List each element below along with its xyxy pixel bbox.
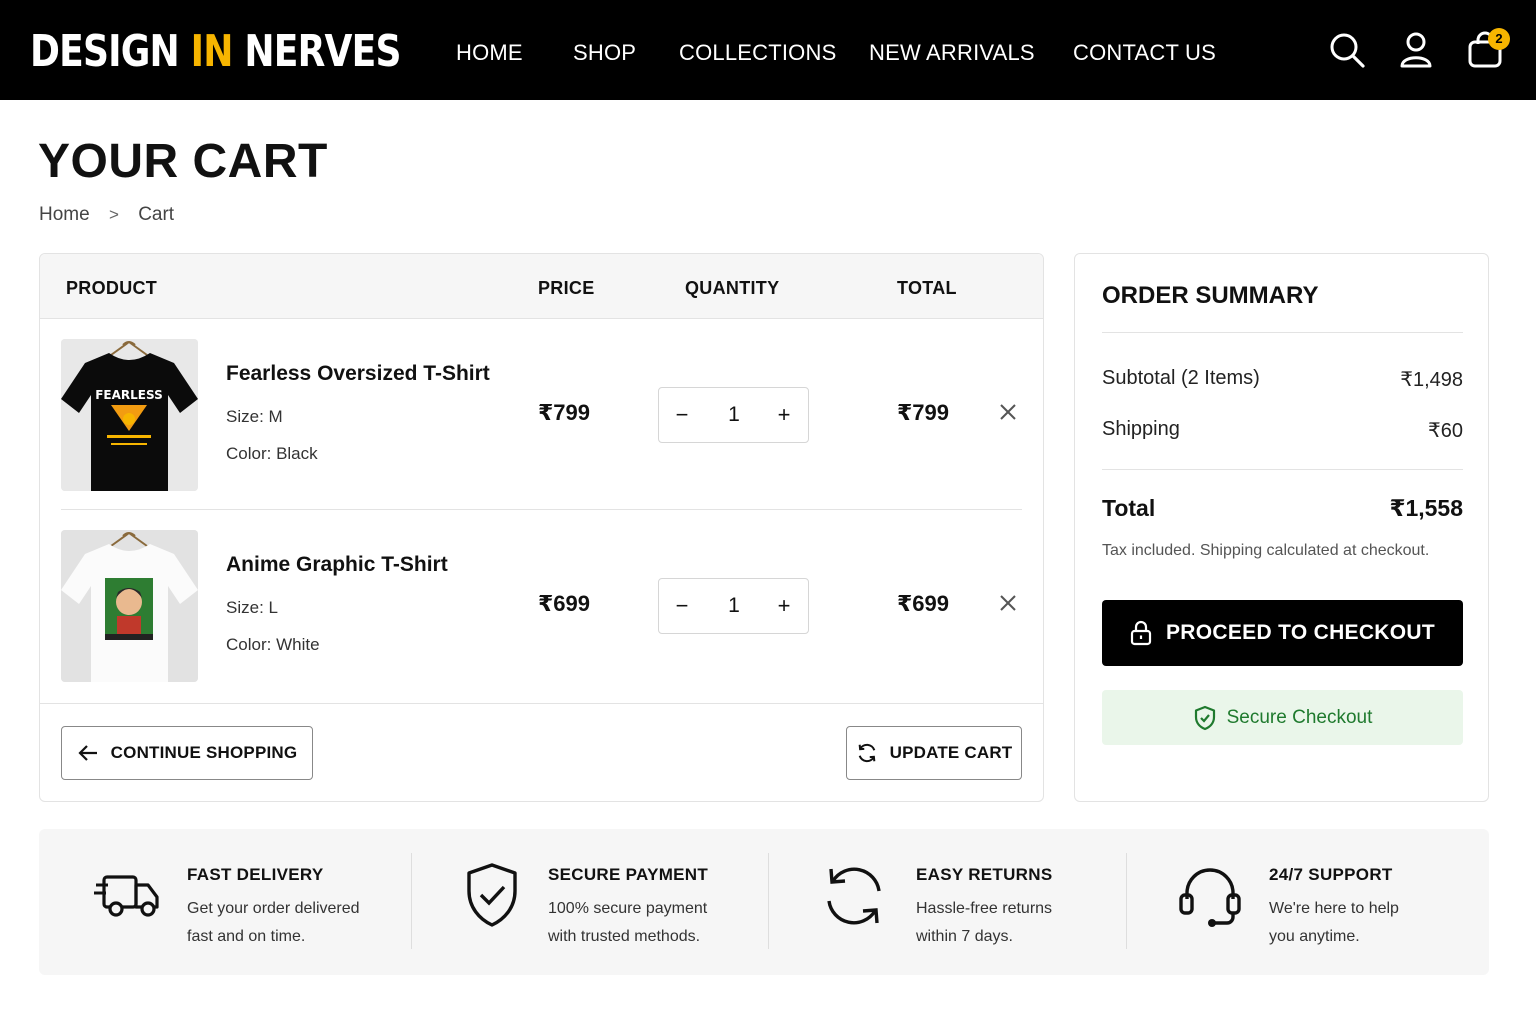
qty-input[interactable] xyxy=(709,388,759,442)
shield-check-icon xyxy=(1194,705,1215,730)
nav-collections[interactable]: COLLECTIONS xyxy=(679,38,836,68)
secure-checkout-label: Secure Checkout xyxy=(1226,706,1373,728)
product-color: Color: White xyxy=(226,635,320,654)
remove-item-icon[interactable] xyxy=(996,591,1020,615)
item-price: ₹799 xyxy=(538,400,591,425)
item-total: ₹699 xyxy=(897,591,950,616)
total-label: Total xyxy=(1102,495,1156,521)
search-icon[interactable] xyxy=(1327,30,1367,70)
cart-count-badge: 2 xyxy=(1488,28,1510,50)
feature-description: 100% secure payment with trusted methods. xyxy=(548,900,708,945)
page-title: YOUR CART xyxy=(38,135,328,188)
item-total: ₹799 xyxy=(897,400,950,425)
quantity-stepper: − + xyxy=(658,578,809,634)
headset-icon xyxy=(1179,868,1241,927)
remove-item-icon[interactable] xyxy=(996,400,1020,424)
cart-actions: CONTINUE SHOPPING UPDATE CART xyxy=(40,703,1043,801)
quantity-stepper: − + xyxy=(658,387,809,443)
feature-title: EASY RETURNS xyxy=(916,865,1053,884)
feature-fast-delivery: FAST DELIVERY Get your order delivered fa… xyxy=(39,829,411,975)
qty-minus-button[interactable]: − xyxy=(659,579,705,633)
product-size: Size: M xyxy=(226,407,283,426)
user-icon[interactable] xyxy=(1396,30,1436,70)
cart-item-row: FEARLESS Fearless Oversized T-Shirt Size… xyxy=(40,320,1043,510)
breadcrumb-current: Cart xyxy=(138,204,175,225)
shirt-print-text: FEARLESS xyxy=(95,388,163,402)
feature-description: Hassle-free returns within 7 days. xyxy=(916,900,1053,945)
breadcrumb: Home > Cart xyxy=(39,203,174,227)
feature-title: SECURE PAYMENT xyxy=(548,865,709,884)
site-header: DESIGN IN NERVES HOME SHOP COLLECTIONS N… xyxy=(0,0,1536,100)
update-cart-label: UPDATE CART xyxy=(889,743,1013,762)
feature-description: Get your order delivered fast and on time… xyxy=(187,900,360,945)
brand-part-3: NERVES xyxy=(244,26,401,77)
continue-shopping-button[interactable]: CONTINUE SHOPPING xyxy=(61,726,313,780)
order-summary: ORDER SUMMARY Subtotal (2 Items) ₹1,498 … xyxy=(1074,253,1489,802)
order-summary-title: ORDER SUMMARY xyxy=(1102,282,1319,309)
summary-divider xyxy=(1102,332,1463,333)
refresh-icon xyxy=(858,743,875,763)
nav-contact-us[interactable]: CONTACT US xyxy=(1073,38,1216,68)
feature-description: We're here to help you anytime. xyxy=(1269,900,1399,945)
qty-minus-button[interactable]: − xyxy=(659,388,705,442)
secure-checkout-badge: Secure Checkout xyxy=(1102,690,1463,745)
qty-plus-button[interactable]: + xyxy=(761,388,807,442)
cart-table-header: PRODUCT PRICE QUANTITY TOTAL xyxy=(40,254,1043,319)
arrow-left-icon xyxy=(78,745,97,761)
breadcrumb-home[interactable]: Home xyxy=(39,204,90,225)
product-name[interactable]: Anime Graphic T-Shirt xyxy=(226,553,448,577)
brand-logo[interactable]: DESIGN IN NERVES xyxy=(30,24,401,80)
shipping-label: Shipping xyxy=(1102,418,1180,440)
brand-part-1: DESIGN xyxy=(30,26,180,77)
summary-divider xyxy=(1102,469,1463,470)
refresh-icon xyxy=(827,867,881,925)
tax-note: Tax included. Shipping calculated at che… xyxy=(1102,542,1430,559)
subtotal-label: Subtotal (2 Items) xyxy=(1102,367,1260,389)
subtotal-value: ₹1,498 xyxy=(1400,369,1463,391)
feature-title: FAST DELIVERY xyxy=(187,865,324,884)
proceed-to-checkout-button[interactable]: PROCEED TO CHECKOUT xyxy=(1102,600,1463,666)
continue-shopping-label: CONTINUE SHOPPING xyxy=(110,743,298,762)
cart-item-row: Anime Graphic T-Shirt Size: L Color: Whi… xyxy=(40,511,1043,701)
qty-plus-button[interactable]: + xyxy=(761,579,807,633)
feature-title: 24/7 SUPPORT xyxy=(1269,865,1393,884)
truck-icon xyxy=(94,875,159,917)
product-image[interactable] xyxy=(61,530,198,682)
product-size: Size: L xyxy=(226,598,278,617)
brand-part-2: IN xyxy=(190,26,234,77)
product-color: Color: Black xyxy=(226,444,318,463)
header-product: PRODUCT xyxy=(66,278,158,298)
product-image[interactable]: FEARLESS xyxy=(61,339,198,491)
nav-home[interactable]: HOME xyxy=(456,38,523,68)
shipping-value: ₹60 xyxy=(1428,420,1463,442)
header-quantity: QUANTITY xyxy=(685,278,780,298)
header-total: TOTAL xyxy=(897,278,957,298)
lock-icon xyxy=(1130,620,1152,646)
cart-table: PRODUCT PRICE QUANTITY TOTAL FEARLESS Fe… xyxy=(39,253,1044,802)
product-name[interactable]: Fearless Oversized T-Shirt xyxy=(226,362,490,386)
shield-check-icon xyxy=(467,863,517,927)
feature-support: 24/7 SUPPORT We're here to help you anyti… xyxy=(1127,829,1489,975)
feature-easy-returns: EASY RETURNS Hassle-free returns within 7… xyxy=(769,829,1126,975)
features-bar: FAST DELIVERY Get your order delivered fa… xyxy=(39,829,1489,975)
update-cart-button[interactable]: UPDATE CART xyxy=(846,726,1022,780)
item-price: ₹699 xyxy=(538,591,591,616)
nav-shop[interactable]: SHOP xyxy=(573,38,636,68)
row-divider xyxy=(61,509,1022,510)
breadcrumb-separator: > xyxy=(108,205,119,224)
feature-secure-payment: SECURE PAYMENT 100% secure payment with t… xyxy=(412,829,768,975)
checkout-label: PROCEED TO CHECKOUT xyxy=(1166,621,1435,644)
total-value: ₹1,558 xyxy=(1389,495,1463,521)
header-price: PRICE xyxy=(538,278,595,298)
nav-new-arrivals[interactable]: NEW ARRIVALS xyxy=(869,38,1035,68)
qty-input[interactable] xyxy=(709,579,759,633)
